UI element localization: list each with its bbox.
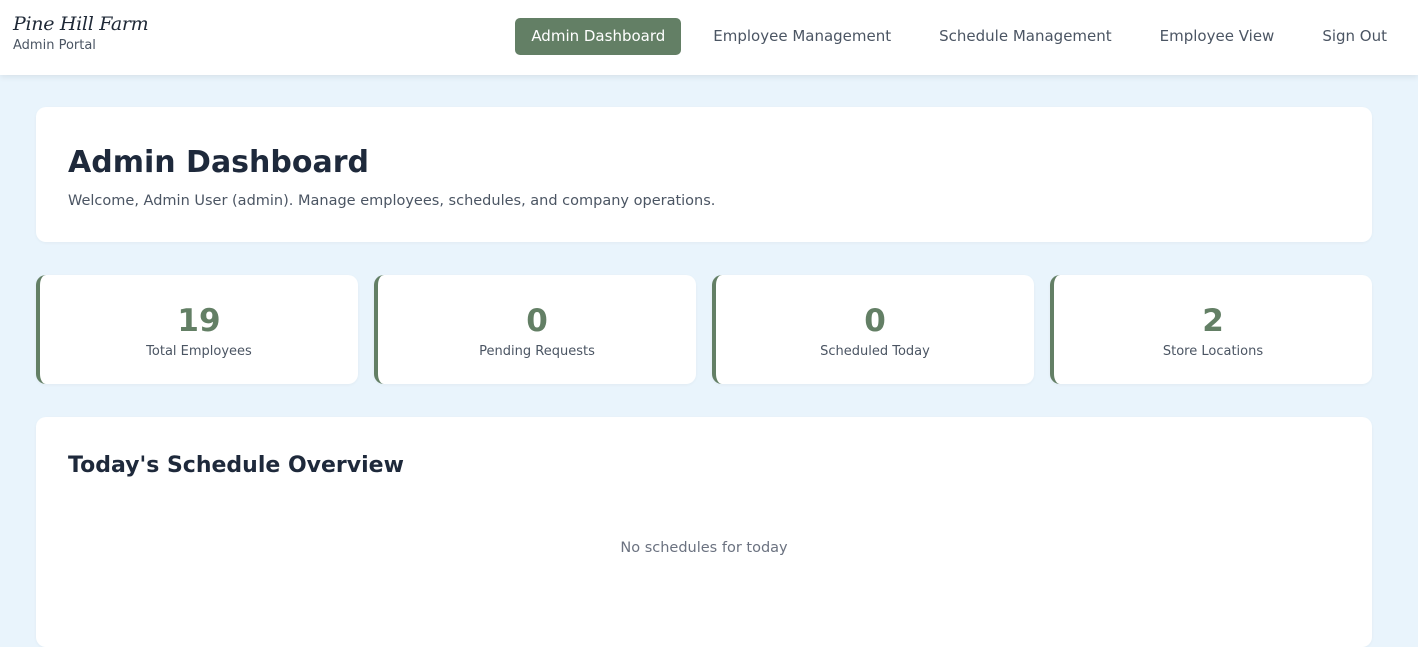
main-nav: Admin Dashboard Employee Management Sche… [515, 18, 1403, 55]
nav-sign-out[interactable]: Sign Out [1306, 18, 1403, 55]
welcome-message: Welcome, Admin User (admin). Manage empl… [68, 193, 716, 209]
schedule-overview-card: Today's Schedule Overview No schedules f… [36, 417, 1372, 647]
brand[interactable]: Pine Hill Farm Admin Portal [13, 10, 149, 54]
brand-subtitle: Admin Portal [13, 38, 96, 53]
nav-schedule-management[interactable]: Schedule Management [923, 18, 1128, 55]
top-navigation-bar: Pine Hill Farm Admin Portal Admin Dashbo… [0, 0, 1418, 75]
stat-label: Store Locations [1162, 344, 1264, 359]
stat-card-scheduled-today: 0 Scheduled Today [712, 275, 1034, 384]
stat-value: 0 [526, 303, 548, 339]
nav-employee-management[interactable]: Employee Management [697, 18, 907, 55]
section-title: Today's Schedule Overview [68, 453, 404, 478]
page-title: Admin Dashboard [68, 145, 369, 180]
stat-card-pending-requests: 0 Pending Requests [374, 275, 696, 384]
stat-value: 2 [1202, 303, 1224, 339]
welcome-card: Admin Dashboard Welcome, Admin User (adm… [36, 107, 1372, 242]
nav-admin-dashboard[interactable]: Admin Dashboard [515, 18, 682, 55]
stat-label: Pending Requests [479, 344, 595, 359]
stat-value: 0 [864, 303, 886, 339]
stat-card-total-employees: 19 Total Employees [36, 275, 358, 384]
stat-label: Scheduled Today [820, 344, 930, 359]
stat-value: 19 [177, 303, 221, 339]
nav-employee-view[interactable]: Employee View [1144, 18, 1291, 55]
stat-label: Total Employees [146, 344, 252, 359]
empty-schedule-message: No schedules for today [620, 540, 788, 556]
brand-logo-text: Pine Hill Farm [13, 13, 149, 35]
stat-card-store-locations: 2 Store Locations [1050, 275, 1372, 384]
